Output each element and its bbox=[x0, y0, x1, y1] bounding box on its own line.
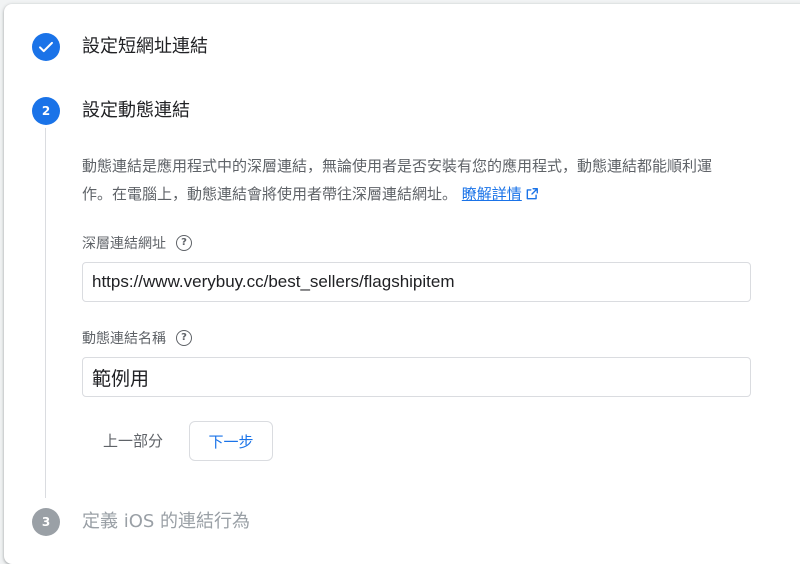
step-3-title[interactable]: 定義 iOS 的連結行為 bbox=[82, 510, 250, 534]
learn-more-link[interactable]: 瞭解詳情 bbox=[462, 185, 539, 203]
deep-link-label: 深層連結網址 bbox=[82, 236, 166, 252]
check-icon bbox=[39, 41, 53, 53]
link-name-label: 動態連結名稱 bbox=[82, 331, 166, 347]
link-name-label-row: 動態連結名稱 ? bbox=[82, 328, 192, 348]
step-1-complete-badge bbox=[32, 33, 60, 61]
previous-button[interactable]: 上一部分 bbox=[86, 420, 180, 460]
next-button[interactable]: 下一步 bbox=[189, 421, 273, 461]
step-2-description: 動態連結是應用程式中的深層連結，無論使用者是否安裝有您的應用程式，動態連結都能順… bbox=[82, 152, 732, 208]
description-line-2: 作。在電腦上，動態連結會將使用者帶往深層連結網址。 bbox=[82, 185, 458, 203]
description-line-1: 動態連結是應用程式中的深層連結，無論使用者是否安裝有您的應用程式，動態連結都能順… bbox=[82, 157, 713, 175]
learn-more-label: 瞭解詳情 bbox=[461, 185, 522, 203]
external-link-icon bbox=[526, 188, 538, 200]
step-2-title[interactable]: 設定動態連結 bbox=[82, 99, 190, 123]
link-name-input[interactable]: 範例用 bbox=[82, 357, 751, 397]
deep-link-input[interactable]: https://www.verybuy.cc/best_sellers/flag… bbox=[82, 262, 751, 302]
step-2-badge: 2 bbox=[32, 97, 60, 125]
step-1-title[interactable]: 設定短網址連結 bbox=[82, 35, 208, 59]
help-icon[interactable]: ? bbox=[176, 235, 192, 251]
step-connector-line bbox=[45, 128, 46, 498]
step-3-badge: 3 bbox=[32, 508, 60, 536]
help-icon[interactable]: ? bbox=[176, 330, 192, 346]
deep-link-label-row: 深層連結網址 ? bbox=[82, 233, 192, 253]
